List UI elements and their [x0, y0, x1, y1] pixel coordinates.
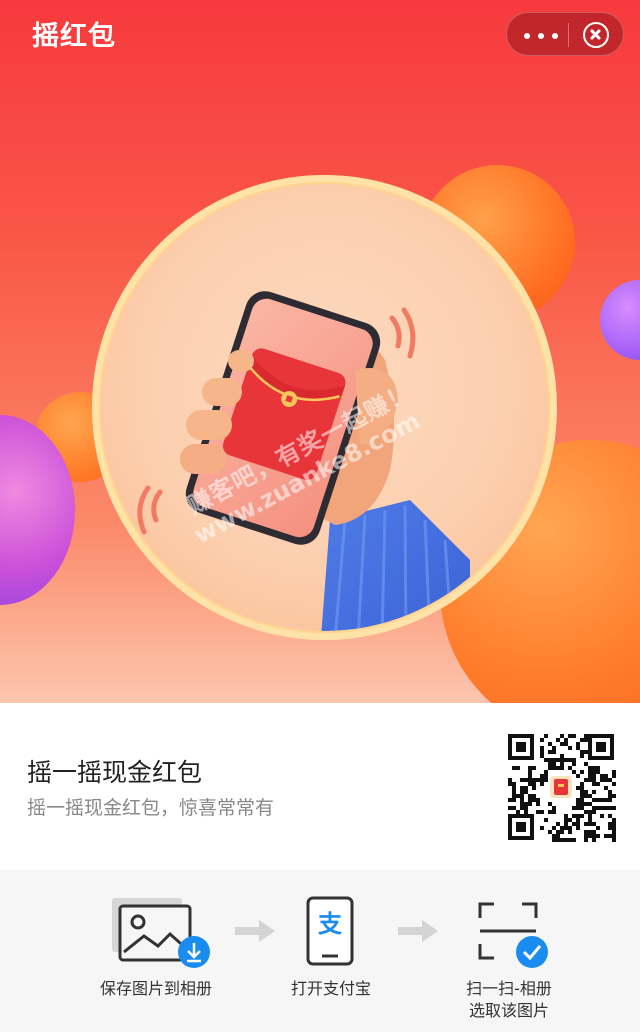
hero-banner: 赚客吧，有奖一起赚！ www.zuanke8.com 摇红包 [0, 0, 640, 703]
mini-program-capsule [506, 12, 624, 56]
card-subtitle: 摇一摇现金红包，惊喜常常有 [27, 797, 275, 819]
alipay-phone-icon[interactable]: 支 [306, 896, 356, 968]
scan-icon[interactable] [476, 900, 552, 970]
step-1-label: 保存图片到相册 [99, 979, 212, 998]
arrow-right-icon [235, 920, 275, 942]
step-3-label-line-2: 选取该图片 [468, 1001, 549, 1020]
step-3-label-line-1: 扫一扫-相册 [466, 979, 552, 998]
more-dots-icon[interactable] [521, 25, 561, 45]
page-title: 摇红包 [32, 21, 116, 52]
capsule-divider [568, 23, 569, 47]
arrow-right-icon [398, 920, 438, 942]
save-image-icon[interactable] [108, 896, 212, 970]
svg-text:支: 支 [318, 910, 343, 938]
phone-shaking-illustration [137, 291, 470, 631]
card-title: 摇一摇现金红包 [27, 758, 203, 787]
qr-code-icon[interactable] [506, 732, 616, 842]
step-2-label: 打开支付宝 [290, 979, 371, 998]
close-circle-icon[interactable] [583, 22, 609, 48]
